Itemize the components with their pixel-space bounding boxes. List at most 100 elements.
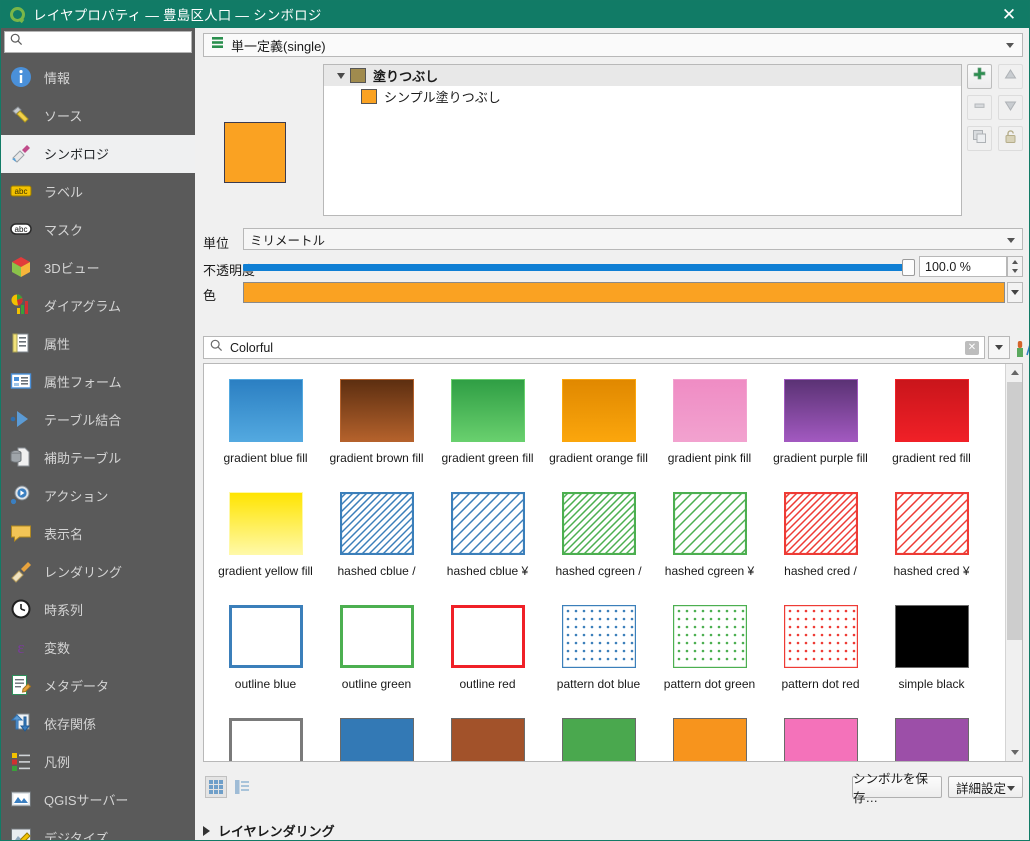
symbol-label: gradient red fill — [892, 451, 971, 465]
opacity-stepper[interactable] — [1007, 256, 1023, 277]
scrollbar-thumb[interactable] — [1007, 382, 1022, 640]
symbol-view-toggle-group — [205, 776, 257, 800]
symbol-item[interactable]: gradient blue fill — [210, 370, 321, 483]
symbol-item[interactable]: gradient pink fill — [654, 370, 765, 483]
sidebar-search[interactable] — [4, 31, 192, 53]
sidebar-item-10[interactable]: テーブル結合 — [1, 401, 195, 439]
sidebar-item-label: 時系列 — [44, 603, 84, 618]
symbol-item[interactable]: simple black — [876, 596, 987, 709]
sidebar-item-1[interactable]: 情報 — [1, 59, 195, 97]
symbol-thumbnail — [783, 605, 858, 668]
close-icon[interactable]: ✕ — [987, 1, 1029, 28]
symbol-item[interactable]: gradient brown fill — [321, 370, 432, 483]
sidebar-item-12[interactable]: アクション — [1, 477, 195, 515]
symbol-search-box[interactable]: Colorful ✕ — [203, 336, 985, 359]
renderer-type-combo[interactable]: 単一定義(single) — [203, 33, 1023, 57]
sidebar-item-label: 情報 — [44, 71, 71, 86]
symbol-item[interactable]: pattern dot red — [765, 596, 876, 709]
symbol-item[interactable] — [321, 709, 432, 761]
symbol-label: gradient brown fill — [329, 451, 424, 465]
symbol-grid-scrollbar[interactable] — [1005, 364, 1022, 761]
symbol-item[interactable]: hashed cred / — [765, 483, 876, 596]
sidebar-item-20[interactable]: QGISサーバー — [1, 781, 195, 819]
symbol-item[interactable]: hashed cred ¥ — [876, 483, 987, 596]
symbol-item[interactable]: gradient orange fill — [543, 370, 654, 483]
sidebar-item-15[interactable]: 時系列 — [1, 591, 195, 629]
symbol-thumbnail — [339, 605, 414, 668]
symbol-layer-row[interactable]: シンプル塗りつぶし — [324, 86, 961, 107]
symbol-item[interactable] — [432, 709, 543, 761]
layer-properties-dialog: レイヤプロパティ — 豊島区人口 — シンボロジ ✕ 情報 ソース シンボロジ abc… — [0, 0, 1030, 841]
sidebar-item-2[interactable]: ソース — [1, 97, 195, 135]
mask-abc-icon: abc — [9, 217, 35, 243]
symbol-item[interactable]: gradient red fill — [876, 370, 987, 483]
sidebar-item-6[interactable]: 3Dビュー — [1, 249, 195, 287]
sidebar-item-label: アクション — [44, 489, 109, 504]
symbol-item[interactable]: gradient purple fill — [765, 370, 876, 483]
symbol-layer-tree[interactable]: 塗りつぶし シンプル塗りつぶし — [323, 64, 962, 216]
symbol-item[interactable]: gradient yellow fill — [210, 483, 321, 596]
symbol-label: pattern dot green — [663, 677, 756, 691]
clear-x-icon[interactable]: ✕ — [965, 341, 979, 355]
sidebar-item-16[interactable]: ε 変数 — [1, 629, 195, 667]
opacity-spinbox[interactable]: 100.0 % — [919, 256, 1007, 277]
stepper-down-icon[interactable] — [1012, 269, 1018, 274]
advanced-settings-button[interactable]: 詳細設定 — [948, 776, 1023, 798]
symbol-item[interactable] — [654, 709, 765, 761]
symbology-brush-icon — [9, 141, 35, 167]
grid-view-icon — [209, 780, 223, 794]
sidebar-item-19[interactable]: 凡例 — [1, 743, 195, 781]
sidebar-item-8[interactable]: 属性 — [1, 325, 195, 363]
scroll-up-icon[interactable] — [1006, 364, 1022, 381]
symbol-item[interactable] — [543, 709, 654, 761]
sidebar-item-7[interactable]: ダイアグラム — [1, 287, 195, 325]
symbol-item[interactable]: hashed cgreen / — [543, 483, 654, 596]
sidebar-item-17[interactable]: メタデータ — [1, 667, 195, 705]
layer-rendering-section[interactable]: レイヤレンダリング — [203, 821, 335, 840]
sidebar-item-9[interactable]: 属性フォーム — [1, 363, 195, 401]
color-dropdown-button[interactable] — [1007, 282, 1023, 303]
symbol-item[interactable] — [876, 709, 987, 761]
add-symbol-layer-button[interactable] — [967, 64, 992, 89]
sidebar-item-4[interactable]: abc ラベル — [1, 173, 195, 211]
symbol-item[interactable]: hashed cblue / — [321, 483, 432, 596]
opacity-slider[interactable] — [243, 257, 915, 277]
symbol-item[interactable]: pattern dot green — [654, 596, 765, 709]
symbol-item[interactable] — [210, 709, 321, 761]
list-view-button[interactable] — [231, 776, 253, 798]
symbol-item[interactable]: hashed cgreen ¥ — [654, 483, 765, 596]
sidebar-item-11[interactable]: 補助テーブル — [1, 439, 195, 477]
sidebar-item-5[interactable]: abc マスク — [1, 211, 195, 249]
scroll-down-icon[interactable] — [1006, 744, 1022, 761]
sidebar-item-14[interactable]: レンダリング — [1, 553, 195, 591]
sidebar-item-18[interactable]: 依存関係 — [1, 705, 195, 743]
symbol-label: outline green — [341, 677, 412, 691]
symbol-item[interactable]: pattern dot blue — [543, 596, 654, 709]
sidebar-item-21[interactable]: デジタイズ — [1, 819, 195, 840]
sidebar-item-label: 表示名 — [44, 527, 84, 542]
sidebar-search-input[interactable] — [27, 34, 177, 50]
symbol-item[interactable]: outline blue — [210, 596, 321, 709]
expand-collapse-icon[interactable] — [332, 72, 350, 79]
symbol-filter-button[interactable] — [988, 336, 1010, 359]
symbol-browser-grid[interactable]: gradient blue fill gradient brown fill gra… — [203, 363, 1023, 762]
stepper-up-icon[interactable] — [1012, 259, 1018, 264]
unit-combo[interactable]: ミリメートル — [243, 228, 1023, 250]
symbol-label: hashed cred / — [784, 564, 857, 578]
search-icon — [210, 339, 223, 357]
icon-view-button[interactable] — [205, 776, 227, 798]
variables-icon: ε — [9, 635, 35, 661]
sidebar-item-13[interactable]: 表示名 — [1, 515, 195, 553]
sidebar-item-label: レンダリング — [44, 565, 123, 580]
opacity-slider-handle[interactable] — [902, 259, 915, 276]
save-symbol-button[interactable]: シンボルを保存… — [852, 772, 942, 805]
symbol-layer-row[interactable]: 塗りつぶし — [324, 65, 961, 86]
sidebar-item-3[interactable]: シンボロジ — [1, 135, 195, 173]
symbol-item[interactable]: outline red — [432, 596, 543, 709]
symbol-item[interactable]: gradient green fill — [432, 370, 543, 483]
color-button[interactable] — [243, 282, 1005, 303]
symbol-item[interactable] — [765, 709, 876, 761]
symbol-item[interactable]: hashed cblue ¥ — [432, 483, 543, 596]
symbol-item[interactable]: outline green — [321, 596, 432, 709]
style-manager-icon[interactable] — [1015, 338, 1029, 358]
